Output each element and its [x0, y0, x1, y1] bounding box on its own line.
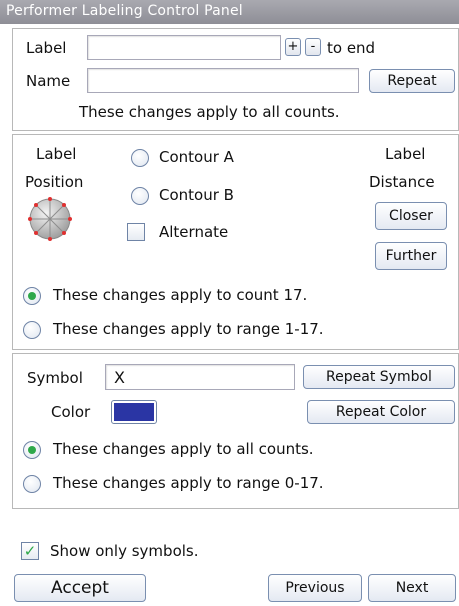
symbol-color-panel: Symbol Repeat Symbol Color Repeat Color … — [12, 353, 459, 509]
to-end-text: to end — [327, 39, 376, 57]
closer-button[interactable]: Closer — [375, 202, 447, 230]
label-distance-caption: Label — [385, 145, 426, 163]
color-swatch-fill — [114, 403, 154, 421]
contour-b-radio[interactable] — [131, 187, 149, 205]
accept-button[interactable]: Accept — [14, 574, 146, 602]
window-title: Performer Labeling Control Panel — [0, 0, 459, 24]
symbol-input[interactable] — [105, 364, 295, 390]
scope-count-radio[interactable] — [23, 287, 41, 305]
show-only-symbols-checkbox[interactable]: ✓ — [21, 542, 39, 560]
color-swatch[interactable] — [111, 400, 157, 424]
scope-range-radio[interactable] — [23, 321, 41, 339]
alternate-label: Alternate — [159, 223, 229, 241]
contour-a-label: Contour A — [159, 148, 234, 166]
symbol-scope-range-text: These changes apply to range 0-17. — [53, 474, 324, 492]
alternate-checkbox[interactable] — [127, 223, 145, 241]
symbol-scope-all-text: These changes apply to all counts. — [53, 440, 314, 458]
contour-a-radio[interactable] — [131, 149, 149, 167]
repeat-symbol-button[interactable]: Repeat Symbol — [303, 365, 455, 389]
name-caption: Name — [26, 72, 71, 90]
scope-count-text: These changes apply to count 17. — [53, 286, 308, 304]
repeat-color-button[interactable]: Repeat Color — [307, 400, 455, 424]
repeat-button[interactable]: Repeat — [369, 69, 455, 93]
label-position-caption: Label — [36, 145, 77, 163]
symbol-scope-range-radio[interactable] — [23, 475, 41, 493]
next-button[interactable]: Next — [368, 574, 456, 602]
color-caption: Color — [51, 403, 91, 421]
label-scope-text: These changes apply to all counts. — [79, 103, 340, 121]
further-button[interactable]: Further — [375, 242, 447, 270]
label-distance-caption-2: Distance — [369, 173, 435, 191]
show-only-symbols-label: Show only symbols. — [50, 542, 199, 560]
label-position-panel: Label Position Contour A Contour B Alter… — [12, 134, 459, 350]
symbol-scope-all-radio[interactable] — [23, 441, 41, 459]
label-name-panel: Label + - to end Name Repeat These chang… — [12, 28, 459, 131]
position-dial-icon[interactable] — [26, 195, 74, 243]
scope-range-text: These changes apply to range 1-17. — [53, 320, 324, 338]
plus-button[interactable]: + — [285, 38, 301, 56]
label-input[interactable] — [87, 35, 281, 60]
contour-b-label: Contour B — [159, 186, 234, 204]
previous-button[interactable]: Previous — [268, 574, 362, 602]
name-input[interactable] — [87, 68, 359, 93]
label-position-caption-2: Position — [25, 173, 84, 191]
minus-button[interactable]: - — [305, 38, 321, 56]
symbol-caption: Symbol — [27, 369, 83, 387]
label-caption: Label — [26, 39, 67, 57]
